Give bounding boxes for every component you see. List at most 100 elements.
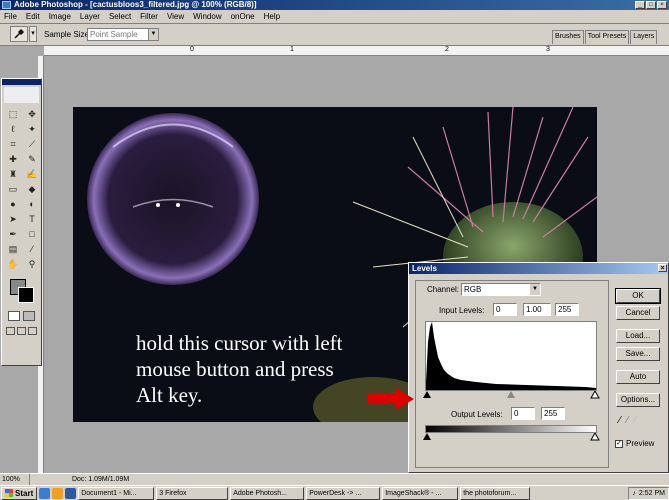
save-button[interactable]: Save... <box>616 347 660 361</box>
load-button[interactable]: Load... <box>616 329 660 343</box>
desktop-quicklaunch-icon[interactable] <box>65 487 77 499</box>
history-brush-icon[interactable]: ✍ <box>23 167 41 181</box>
menu-image[interactable]: Image <box>49 12 71 21</box>
cancel-button[interactable]: Cancel <box>616 306 660 320</box>
task-photoforum[interactable]: the photoforum... <box>460 486 531 500</box>
window-title-bar: Adobe Photoshop - [cactusbloos3_filtered… <box>0 0 669 10</box>
palette-well: Brushes Tool Presets Layers <box>552 30 669 44</box>
chevron-down-icon: ▼ <box>530 284 540 295</box>
preview-checkbox-row[interactable]: ✓ Preview <box>615 439 654 448</box>
input-white-field[interactable]: 255 <box>555 303 579 316</box>
crop-icon[interactable]: ⌗ <box>4 137 22 151</box>
color-swatches[interactable] <box>4 277 39 303</box>
screen-mode-buttons <box>2 325 41 337</box>
eraser-icon[interactable]: ▭ <box>4 182 22 196</box>
task-photoshop[interactable]: Adobe Photosh... <box>230 486 305 500</box>
pen-icon[interactable]: ✒ <box>4 227 22 241</box>
lasso-icon[interactable]: ℓ <box>4 122 22 136</box>
white-point-slider[interactable] <box>590 391 600 399</box>
menu-window[interactable]: Window <box>193 12 221 21</box>
input-gamma-field[interactable]: 1.00 <box>523 303 551 316</box>
channel-select[interactable]: RGB ▼ <box>461 283 541 296</box>
eyedropper-icon[interactable] <box>10 26 28 42</box>
system-tray: ♪ 2:52 PM <box>628 486 669 500</box>
input-levels-label: Input Levels: <box>439 306 485 315</box>
menu-edit[interactable]: Edit <box>26 12 40 21</box>
ok-button[interactable]: OK <box>615 288 661 304</box>
black-point-slider[interactable] <box>423 391 431 398</box>
background-color-swatch[interactable] <box>18 287 34 303</box>
zoom-level[interactable]: 100% <box>0 474 30 485</box>
output-black-field[interactable]: 0 <box>511 407 535 420</box>
healing-icon[interactable]: ✚ <box>4 152 22 166</box>
minimize-button[interactable]: _ <box>635 1 645 9</box>
tab-tool-presets[interactable]: Tool Presets <box>584 30 630 44</box>
doc-size: Doc: 1.09M/1.09M <box>71 476 130 483</box>
menu-help[interactable]: Help <box>264 12 280 21</box>
ie-quicklaunch-icon[interactable] <box>39 487 51 499</box>
volume-icon[interactable]: ♪ <box>632 488 636 499</box>
dodge-icon[interactable]: ◐ <box>23 197 41 211</box>
menu-layer[interactable]: Layer <box>80 12 100 21</box>
screen-mode-icon[interactable] <box>28 327 37 335</box>
input-black-field[interactable]: 0 <box>493 303 517 316</box>
preview-checkbox[interactable]: ✓ <box>615 439 623 448</box>
gamma-slider[interactable] <box>507 391 515 398</box>
output-slider-track[interactable] <box>423 433 601 441</box>
mask-mode-buttons <box>2 307 41 325</box>
menu-file[interactable]: File <box>4 12 17 21</box>
gray-eyedropper-icon[interactable]: ⁄ <box>627 415 629 426</box>
screen-mode-icon[interactable] <box>6 327 15 335</box>
hand-icon[interactable]: ✋ <box>4 257 22 271</box>
start-button[interactable]: Start <box>1 486 38 500</box>
notes-icon[interactable]: ▤ <box>4 242 22 256</box>
slice-icon[interactable]: ⟋ <box>23 137 41 151</box>
maximize-button[interactable]: □ <box>646 1 656 9</box>
bucket-icon[interactable]: ◆ <box>23 182 41 196</box>
firefox-quicklaunch-icon[interactable] <box>52 487 64 499</box>
menu-select[interactable]: Select <box>109 12 131 21</box>
tab-brushes[interactable]: Brushes <box>552 30 584 44</box>
output-white-field[interactable]: 255 <box>541 407 565 420</box>
move-icon[interactable]: ✥ <box>23 107 41 121</box>
status-bar: 100% Doc: 1.09M/1.09M <box>0 473 669 485</box>
marquee-icon[interactable]: ⬚ <box>4 107 22 121</box>
toolbox: ⬚ ✥ ℓ ✦ ⌗ ⟋ ✚ ✎ ♜ ✍ ▭ ◆ ● ◐ ➤ T ✒ □ ▤ ⁄ … <box>1 78 42 366</box>
path-select-icon[interactable]: ➤ <box>4 212 22 226</box>
start-label: Start <box>15 488 34 498</box>
quickmask-mode-icon[interactable] <box>23 311 35 321</box>
menu-onone[interactable]: onOne <box>231 12 255 21</box>
task-firefox[interactable]: 3 Firefox <box>156 486 229 500</box>
zoom-icon[interactable]: ⚲ <box>23 257 41 271</box>
eyedropper-tool-icon[interactable]: ⁄ <box>23 242 41 256</box>
magic-wand-icon[interactable]: ✦ <box>23 122 41 136</box>
options-button[interactable]: Options... <box>616 393 660 407</box>
windows-logo-icon <box>5 489 13 497</box>
task-document1[interactable]: Document1 - Mi... <box>78 486 155 500</box>
auto-button[interactable]: Auto <box>616 370 660 384</box>
output-white-slider[interactable] <box>590 433 600 441</box>
input-slider-track[interactable] <box>423 391 601 399</box>
task-powerdesk[interactable]: PowerDesk -> ... <box>306 486 381 500</box>
shape-icon[interactable]: □ <box>23 227 41 241</box>
black-eyedropper-icon[interactable]: ⁄ <box>619 415 621 426</box>
menu-filter[interactable]: Filter <box>140 12 158 21</box>
output-levels-label: Output Levels: <box>451 410 503 419</box>
eyedropper-group: ⁄ ⁄ ⁄ <box>619 415 636 426</box>
standard-mode-icon[interactable] <box>8 311 20 321</box>
sample-size-select[interactable]: Point Sample ▼ <box>87 28 159 41</box>
menu-view[interactable]: View <box>167 12 184 21</box>
tab-layers[interactable]: Layers <box>630 30 658 44</box>
brush-icon[interactable]: ✎ <box>23 152 41 166</box>
white-eyedropper-icon[interactable]: ⁄ <box>634 415 636 426</box>
levels-title-bar: Levels × <box>409 263 668 274</box>
screen-mode-icon[interactable] <box>17 327 26 335</box>
output-black-slider[interactable] <box>423 433 431 440</box>
type-icon[interactable]: T <box>23 212 41 226</box>
close-icon[interactable]: × <box>658 264 667 272</box>
blur-icon[interactable]: ● <box>4 197 22 211</box>
tool-preset-dropdown[interactable]: ▾ <box>29 26 37 42</box>
task-imageshack[interactable]: ImageShack® - ... <box>382 486 459 500</box>
close-window-button[interactable]: × <box>657 1 667 9</box>
stamp-icon[interactable]: ♜ <box>4 167 22 181</box>
